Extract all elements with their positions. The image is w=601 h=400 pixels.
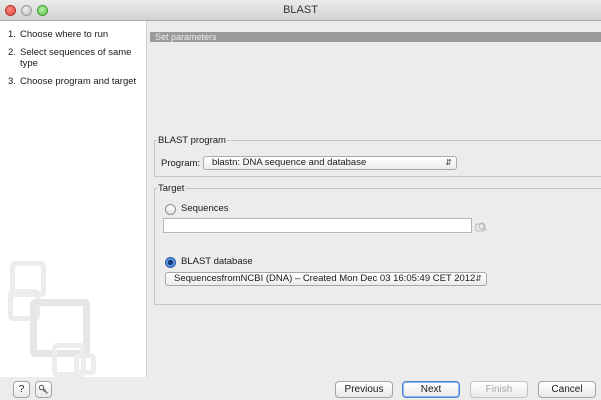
sequences-radio[interactable] <box>165 204 176 215</box>
wizard-step: 2. Select sequences of same type <box>8 47 146 69</box>
section-header: Set parameters <box>150 32 601 42</box>
window-title: BLAST <box>283 4 318 16</box>
target-group: Target Sequences BLAST database Sequence… <box>154 183 601 305</box>
cancel-button[interactable]: Cancel <box>538 381 596 398</box>
wizard-step: 3. Choose program and target <box>8 76 146 87</box>
next-button[interactable]: Next <box>402 381 460 398</box>
up-down-arrows-icon: ⇵ <box>475 274 482 283</box>
pin-icon <box>38 384 48 394</box>
help-button-label: ? <box>18 384 25 395</box>
browse-icon[interactable] <box>475 221 487 232</box>
target-legend: Target <box>158 183 185 194</box>
blast-database-radio[interactable] <box>165 257 176 268</box>
wizard-steps-panel: 1. Choose where to run 2. Select sequenc… <box>0 21 147 377</box>
blast-database-radio-label: BLAST database <box>181 256 253 267</box>
step-number: 2. <box>8 47 16 58</box>
sequences-radio-label: Sequences <box>181 203 229 214</box>
finish-button[interactable]: Finish <box>470 381 528 398</box>
blast-database-select-value: SequencesfromNCBI (DNA) – Created Mon De… <box>174 273 476 284</box>
wizard-step: 1. Choose where to run <box>8 29 146 40</box>
button-bar: ? Previous Next Finish Cancel <box>0 377 601 398</box>
step-number: 1. <box>8 29 16 40</box>
wizard-content: Set parameters BLAST program Program: bl… <box>148 21 601 377</box>
wizard-steps-list: 1. Choose where to run 2. Select sequenc… <box>0 21 146 87</box>
pin-button[interactable] <box>35 381 52 398</box>
up-down-arrows-icon: ⇵ <box>445 158 452 167</box>
step-label: Select sequences of same type <box>20 47 132 69</box>
title-bar: BLAST <box>0 0 601 21</box>
blast-database-select[interactable]: SequencesfromNCBI (DNA) – Created Mon De… <box>165 272 487 286</box>
step-label: Choose program and target <box>20 76 137 87</box>
blast-program-legend: BLAST program <box>158 135 226 146</box>
previous-button[interactable]: Previous <box>335 381 393 398</box>
program-label: Program: <box>161 158 201 169</box>
sequences-field[interactable] <box>163 218 472 233</box>
step-number: 3. <box>8 76 16 87</box>
help-button[interactable]: ? <box>13 381 30 398</box>
step-label: Choose where to run <box>20 29 109 40</box>
blast-program-group: BLAST program Program: blastn: DNA seque… <box>154 135 601 177</box>
program-select[interactable]: blastn: DNA sequence and database ⇵ <box>203 156 457 170</box>
program-select-value: blastn: DNA sequence and database <box>212 157 367 168</box>
